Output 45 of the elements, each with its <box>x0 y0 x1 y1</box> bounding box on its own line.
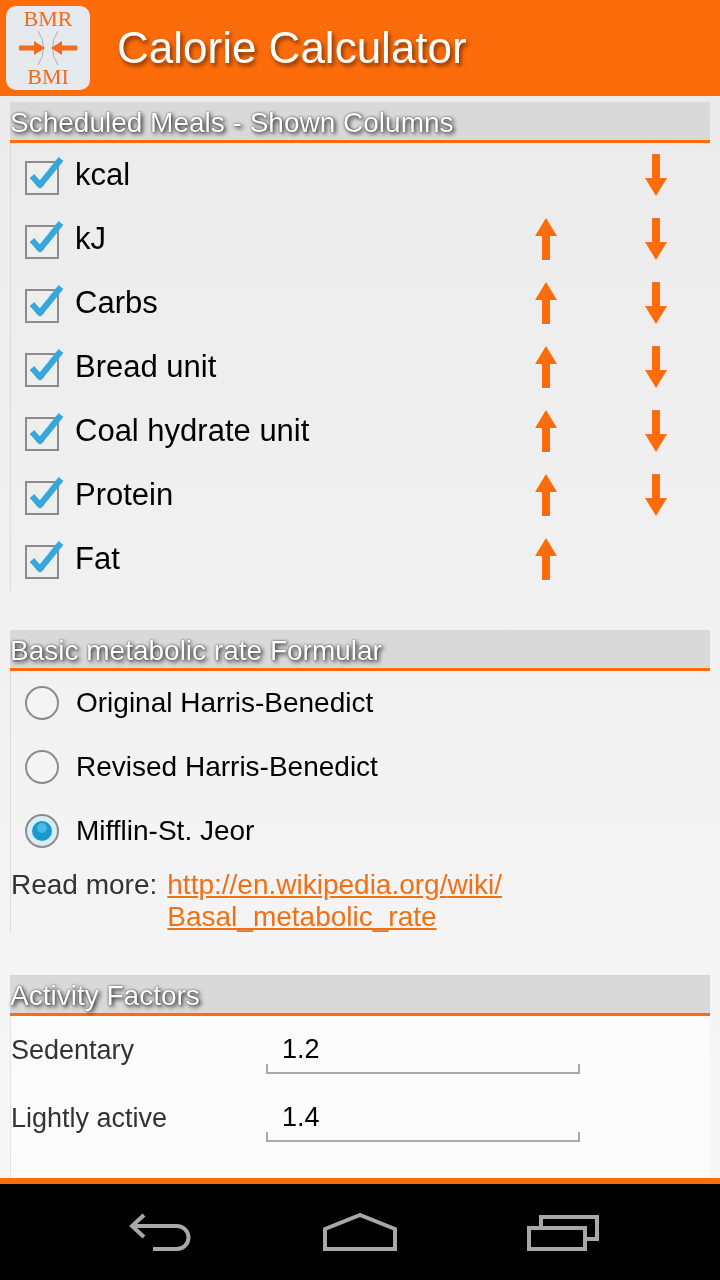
arrow-up-icon[interactable] <box>535 218 557 260</box>
column-label: Fat <box>75 541 120 577</box>
column-label: Coal hydrate unit <box>75 413 310 449</box>
column-label: kJ <box>75 221 106 257</box>
app-title: Calorie Calculator <box>117 22 467 74</box>
arrow-up-icon[interactable] <box>535 282 557 324</box>
checkbox[interactable] <box>25 347 65 387</box>
option-label: Revised Harris-Benedict <box>76 750 378 784</box>
arrow-down-icon[interactable] <box>645 218 667 260</box>
read-more-label: Read more: <box>11 869 158 901</box>
factor-label: Sedentary <box>11 1034 136 1066</box>
section-title: Scheduled Meals - Shown Columns <box>10 106 454 140</box>
arrow-down-icon[interactable] <box>645 474 667 516</box>
logo-text: BMI <box>27 66 69 88</box>
arrow-up-icon[interactable] <box>535 410 557 452</box>
option-label: Original Harris-Benedict <box>76 686 374 720</box>
arrow-up-icon[interactable] <box>535 474 557 516</box>
radio-button[interactable] <box>24 749 60 785</box>
column-label: Carbs <box>75 285 158 321</box>
radio-button[interactable] <box>24 685 60 721</box>
checkbox[interactable] <box>25 155 65 195</box>
arrow-up-icon[interactable] <box>535 538 557 580</box>
section-title: Activity Factors <box>10 979 200 1013</box>
column-label: Bread unit <box>75 349 217 385</box>
column-label: Protein <box>75 477 174 513</box>
inward-arrows-icon <box>16 31 80 65</box>
checkbox[interactable] <box>25 411 65 451</box>
arrow-down-icon[interactable] <box>645 282 667 324</box>
logo-text: BMR <box>23 8 73 30</box>
option-label: Mifflin-St. Jeor <box>76 814 255 848</box>
column-label: kcal <box>75 157 131 193</box>
checkbox[interactable] <box>25 283 65 323</box>
arrow-down-icon[interactable] <box>645 410 667 452</box>
checkbox[interactable] <box>25 475 65 515</box>
home-icon[interactable] <box>323 1213 397 1251</box>
arrow-up-icon[interactable] <box>535 346 557 388</box>
back-icon[interactable] <box>127 1213 193 1251</box>
factor-label: Lightly active <box>11 1102 169 1134</box>
checkbox[interactable] <box>25 219 65 259</box>
section-title: Basic metabolic rate Formular <box>10 634 382 668</box>
arrow-down-icon[interactable] <box>645 346 667 388</box>
radio-button[interactable] <box>24 813 60 849</box>
arrow-down-icon[interactable] <box>645 154 667 196</box>
checkbox[interactable] <box>25 539 65 579</box>
recent-apps-icon[interactable] <box>527 1213 600 1251</box>
